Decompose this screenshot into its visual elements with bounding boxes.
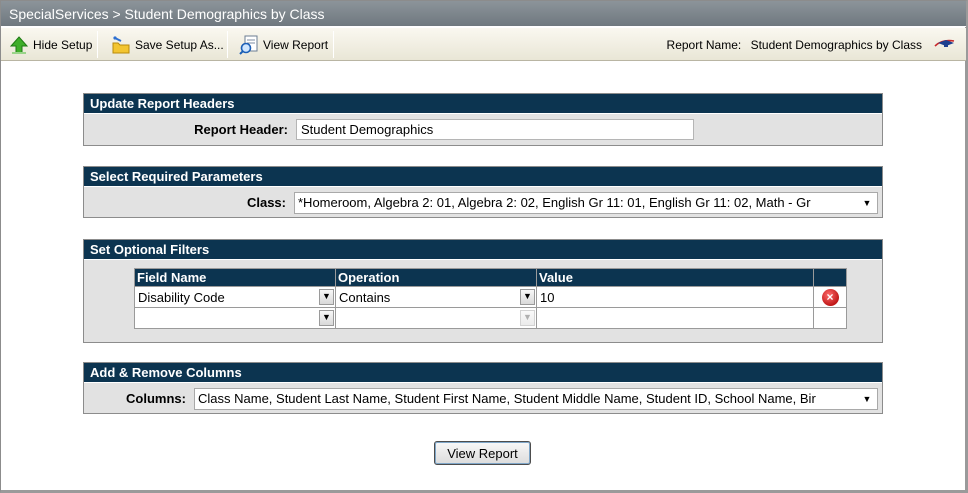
report-header-input[interactable] xyxy=(296,119,694,140)
chevron-down-icon: ▼ xyxy=(862,198,872,208)
window-title: SpecialServices > Student Demographics b… xyxy=(1,1,966,27)
field-name-select[interactable]: ▼ xyxy=(135,309,335,328)
view-report-toolbar-label: View Report xyxy=(263,37,329,52)
class-label: Class: xyxy=(246,195,286,210)
panel-title: Add & Remove Columns xyxy=(84,363,882,383)
folder-save-icon xyxy=(111,35,131,55)
column-header-operation: Operation xyxy=(335,268,537,287)
chevron-down-icon: ▼ xyxy=(520,309,535,326)
update-report-headers-panel: Update Report Headers Report Header: xyxy=(83,93,883,146)
hide-setup-label: Hide Setup xyxy=(33,37,93,52)
field-name-select[interactable]: Disability Code ▼ xyxy=(135,288,335,307)
column-header-actions xyxy=(813,268,847,287)
table-row: Disability Code ▼ Contains ▼ 10 × xyxy=(134,286,847,308)
column-header-value: Value xyxy=(536,268,814,287)
value-input[interactable]: 10 xyxy=(537,288,813,307)
chevron-down-icon: ▼ xyxy=(319,288,334,305)
table-row: ▼ ▼ xyxy=(134,307,847,329)
class-select-value: *Homeroom, Algebra 2: 01, Algebra 2: 02,… xyxy=(298,195,811,210)
delete-icon[interactable]: × xyxy=(821,288,839,306)
view-report-button[interactable]: View Report xyxy=(434,441,531,465)
report-name-label: Report Name: xyxy=(666,38,742,52)
columns-select[interactable]: Class Name, Student Last Name, Student F… xyxy=(194,388,878,410)
brand-logo-icon xyxy=(934,37,958,51)
operation-value: Contains xyxy=(339,289,391,305)
save-setup-as-label: Save Setup As... xyxy=(135,37,224,52)
report-setup-window: SpecialServices > Student Demographics b… xyxy=(0,0,968,493)
toolbar: Hide Setup Save Setup As... View Report … xyxy=(1,28,966,61)
operation-select: ▼ xyxy=(336,309,536,328)
report-header-label: Report Header: xyxy=(194,122,288,137)
view-report-toolbar-button[interactable]: View Report xyxy=(235,31,332,58)
class-select[interactable]: *Homeroom, Algebra 2: 01, Algebra 2: 02,… xyxy=(294,192,878,214)
panel-title: Select Required Parameters xyxy=(84,167,882,187)
save-setup-as-button[interactable]: Save Setup As... xyxy=(107,31,228,58)
magnifier-report-icon xyxy=(239,35,259,55)
operation-select[interactable]: Contains ▼ xyxy=(336,288,536,307)
chevron-down-icon: ▼ xyxy=(319,309,334,326)
empty-action-cell xyxy=(813,307,847,329)
select-required-parameters-panel: Select Required Parameters Class: *Homer… xyxy=(83,166,883,218)
columns-select-value: Class Name, Student Last Name, Student F… xyxy=(198,391,816,406)
panel-title: Update Report Headers xyxy=(84,94,882,114)
up-arrow-icon xyxy=(9,35,29,55)
panel-title: Set Optional Filters xyxy=(84,240,882,260)
set-optional-filters-panel: Set Optional Filters Field Name Operatio… xyxy=(83,239,883,343)
filters-table: Field Name Operation Value Disability Co… xyxy=(134,268,847,329)
report-name-value: Student Demographics by Class xyxy=(750,38,922,52)
column-header-field-name: Field Name xyxy=(134,268,336,287)
chevron-down-icon: ▼ xyxy=(862,394,872,404)
chevron-down-icon: ▼ xyxy=(520,288,535,305)
field-name-value: Disability Code xyxy=(138,289,225,305)
hide-setup-button[interactable]: Hide Setup xyxy=(5,31,96,58)
report-name: Report Name: Student Demographics by Cla… xyxy=(667,38,922,52)
columns-label: Columns: xyxy=(126,391,186,406)
add-remove-columns-panel: Add & Remove Columns Columns: Class Name… xyxy=(83,362,883,414)
